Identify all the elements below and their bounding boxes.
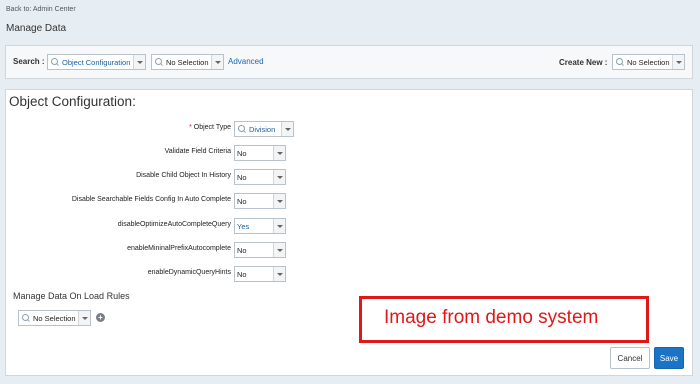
load-rules-title: Manage Data On Load Rules: [13, 291, 130, 301]
watermark-text: Image from demo system: [384, 307, 599, 328]
object-type-select[interactable]: Division: [234, 121, 294, 137]
panel-title: Object Configuration:: [9, 94, 136, 109]
disable-searchable-fields-select[interactable]: No: [234, 193, 286, 209]
search-label: Search :: [13, 57, 45, 66]
search-icon: [19, 311, 31, 325]
disable-searchable-fields-value: No: [237, 196, 247, 206]
search-type-value: Object Configuration: [62, 57, 131, 67]
search-icon: [48, 55, 60, 69]
load-rules-value: No Selection: [33, 313, 76, 323]
chevron-down-icon[interactable]: [273, 243, 285, 257]
search-icon: [235, 122, 247, 136]
search-object-value: No Selection: [166, 57, 209, 67]
create-new-label: Create New :: [559, 58, 608, 67]
demo-watermark: Image from demo system: [359, 296, 649, 343]
disable-optimize-autocomplete-value: Yes: [237, 221, 250, 231]
search-icon: [613, 55, 625, 69]
field-label-validate-field-criteria: Validate Field Criteria: [164, 148, 231, 155]
back-to-admin-center-link[interactable]: Back to: Admin Center: [6, 6, 76, 13]
disable-child-object-history-select[interactable]: No: [234, 169, 286, 185]
disable-child-object-history-value: No: [237, 172, 247, 182]
enable-minimal-prefix-value: No: [237, 245, 247, 255]
required-marker: *: [189, 124, 192, 131]
enable-dynamic-query-hints-value: No: [237, 269, 247, 279]
object-type-value: Division: [249, 124, 276, 134]
disable-optimize-autocomplete-select[interactable]: Yes: [234, 218, 286, 234]
search-type-select[interactable]: Object Configuration: [47, 54, 146, 70]
field-label-disable-child-object-history: Disable Child Object In History: [136, 172, 231, 179]
create-new-select[interactable]: No Selection: [612, 54, 685, 70]
field-label-enable-minimal-prefix: enableMininalPrefixAutocomplete: [127, 245, 231, 252]
field-label-object-type: * Object Type: [189, 124, 231, 131]
save-button[interactable]: Save: [654, 347, 684, 369]
validate-field-criteria-value: No: [237, 148, 247, 158]
search-object-select[interactable]: No Selection: [151, 54, 224, 70]
chevron-down-icon[interactable]: [273, 194, 285, 208]
chevron-down-icon[interactable]: [281, 122, 293, 136]
chevron-down-icon[interactable]: [273, 219, 285, 233]
field-label-enable-dynamic-query-hints: enableDynamicQueryHints: [147, 269, 231, 276]
chevron-down-icon[interactable]: [211, 55, 223, 69]
search-icon: [152, 55, 164, 69]
chevron-down-icon[interactable]: [273, 267, 285, 281]
load-rules-select[interactable]: No Selection: [18, 310, 91, 326]
chevron-down-icon[interactable]: [133, 55, 145, 69]
enable-dynamic-query-hints-select[interactable]: No: [234, 266, 286, 282]
create-new-value: No Selection: [627, 57, 670, 67]
chevron-down-icon[interactable]: [273, 146, 285, 160]
add-rule-icon[interactable]: +: [96, 313, 105, 322]
field-label-disable-searchable-fields: Disable Searchable Fields Config In Auto…: [71, 196, 231, 203]
page-title: Manage Data: [6, 23, 67, 34]
cancel-button[interactable]: Cancel: [610, 347, 650, 369]
chevron-down-icon[interactable]: [78, 311, 90, 325]
advanced-search-link[interactable]: Advanced: [228, 57, 264, 66]
enable-minimal-prefix-select[interactable]: No: [234, 242, 286, 258]
validate-field-criteria-select[interactable]: No: [234, 145, 286, 161]
chevron-down-icon[interactable]: [672, 55, 684, 69]
field-label-disable-optimize-autocomplete: disableOptimizeAutoCompleteQuery: [117, 221, 231, 228]
chevron-down-icon[interactable]: [273, 170, 285, 184]
